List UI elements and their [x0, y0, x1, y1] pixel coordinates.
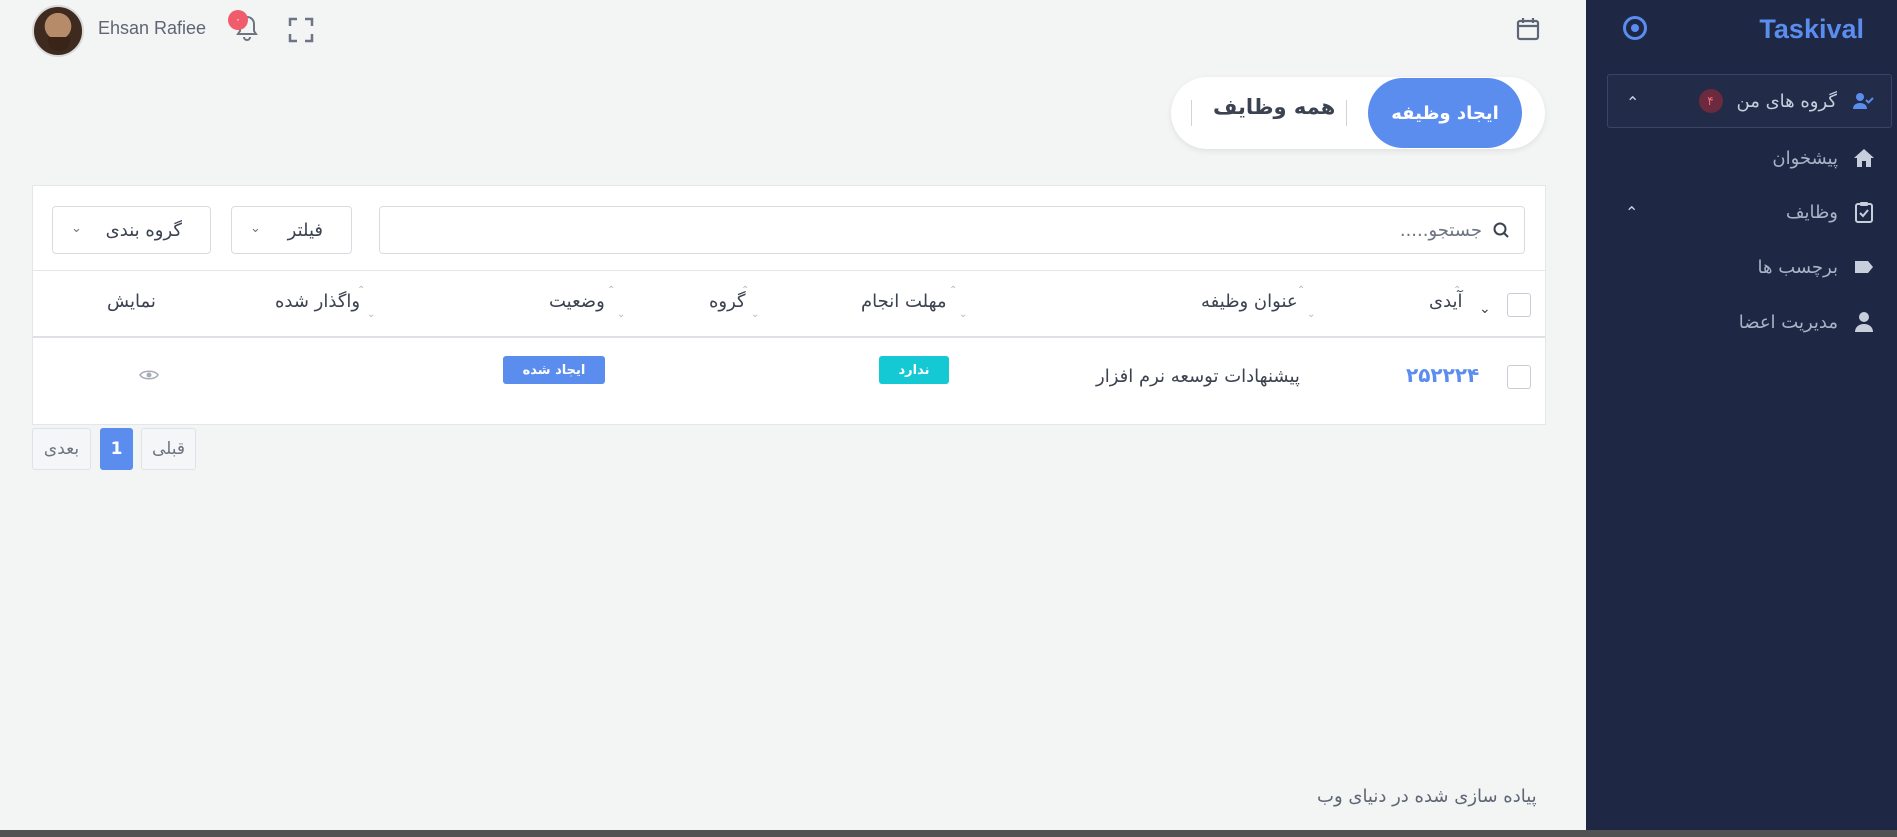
- chevron-down-icon: ⌄: [250, 221, 261, 236]
- pagination-next-button[interactable]: بعدی: [32, 428, 91, 470]
- user-name[interactable]: Ehsan Rafiee: [98, 18, 206, 39]
- sort-desc-icon[interactable]: ⌄: [1479, 301, 1491, 317]
- sort-up-icon[interactable]: ⌃: [357, 285, 365, 296]
- notification-badge: ۰: [228, 10, 248, 30]
- calendar-icon[interactable]: [1515, 16, 1541, 42]
- filter-label: فیلتر: [287, 219, 323, 241]
- search-box: [379, 206, 1525, 254]
- sort-up-icon[interactable]: ⌃: [607, 285, 615, 296]
- deadline-badge: ندارد: [879, 356, 949, 384]
- clipboard-check-icon: [1852, 200, 1876, 224]
- home-icon: [1852, 146, 1876, 170]
- column-header-title[interactable]: عنوان وظیفه: [1201, 291, 1298, 312]
- sort-up-icon[interactable]: ⌃: [1453, 285, 1461, 296]
- pagination-prev-button[interactable]: قبلی: [141, 428, 196, 470]
- filter-dropdown[interactable]: فیلتر ⌄: [231, 206, 352, 254]
- row-checkbox[interactable]: [1507, 365, 1531, 389]
- user-check-icon: [1851, 89, 1875, 113]
- sidebar-item-labels[interactable]: برچسب ها: [1607, 240, 1892, 294]
- sidebar-item-label: برچسب ها: [1757, 256, 1839, 278]
- column-header-status[interactable]: وضعیت: [549, 291, 605, 312]
- sort-down-icon[interactable]: ⌄: [617, 309, 625, 320]
- chevron-up-icon[interactable]: ⌃: [1625, 203, 1638, 222]
- sort-up-icon[interactable]: ⌃: [949, 285, 957, 296]
- groups-count-badge: ۴: [1698, 89, 1723, 113]
- task-title: پیشنهادات توسعه نرم افزار: [1096, 366, 1300, 387]
- column-header-deadline[interactable]: مهلت انجام: [861, 291, 947, 312]
- select-all-checkbox[interactable]: [1507, 293, 1531, 317]
- sidebar-toggle-icon[interactable]: [1623, 16, 1647, 40]
- column-header-assignee[interactable]: واگذار شده: [275, 291, 360, 312]
- sidebar: Taskival گروه های من ۴ ⌃ پیشخوان وظایف ⌃…: [1586, 0, 1897, 830]
- table-row: ۲۵۲۲۲۴ پیشنهادات توسعه نرم افزار ندارد ا…: [33, 340, 1545, 424]
- table-header: ⌄ آیدی ⌃ عنوان وظیفه ⌃ ⌄ مهلت انجام ⌃ ⌄ …: [33, 270, 1545, 338]
- chevron-down-icon: ⌄: [71, 221, 82, 236]
- sidebar-item-tasks[interactable]: وظایف ⌃: [1607, 185, 1892, 239]
- bottom-bar: [0, 830, 1897, 837]
- sort-up-icon[interactable]: ⌃: [1297, 285, 1305, 296]
- pagination-page-1[interactable]: 1: [100, 428, 133, 470]
- column-header-view: نمایش: [107, 291, 156, 312]
- sidebar-item-label: پیشخوان: [1772, 147, 1838, 169]
- avatar[interactable]: [32, 5, 84, 57]
- sidebar-item-label: مدیریت اعضا: [1738, 311, 1838, 333]
- sort-down-icon[interactable]: ⌄: [959, 309, 967, 320]
- search-input[interactable]: [380, 207, 1524, 253]
- sort-down-icon[interactable]: ⌄: [751, 309, 759, 320]
- sidebar-item-members[interactable]: مدیریت اعضا: [1607, 295, 1892, 349]
- brand-logo[interactable]: Taskival: [1759, 14, 1864, 45]
- sidebar-item-label: وظایف: [1785, 201, 1838, 223]
- search-icon: [1493, 222, 1509, 238]
- task-tabs: ایجاد وظیفه همه وظایف: [1171, 77, 1545, 149]
- divider: [1191, 100, 1192, 126]
- sort-down-icon[interactable]: ⌄: [1307, 309, 1315, 320]
- footer-credit: پیاده سازی شده در دنیای وب: [1317, 786, 1537, 807]
- fullscreen-icon[interactable]: [288, 17, 314, 43]
- task-id-link[interactable]: ۲۵۲۲۲۴: [1406, 363, 1479, 387]
- divider: [1346, 100, 1347, 126]
- tag-icon: [1852, 255, 1876, 279]
- chevron-up-icon[interactable]: ⌃: [1626, 93, 1639, 112]
- eye-icon[interactable]: [139, 368, 159, 382]
- sidebar-item-my-groups[interactable]: گروه های من ۴ ⌃: [1607, 74, 1892, 128]
- sidebar-item-label: گروه های من: [1736, 90, 1837, 112]
- sort-up-icon[interactable]: ⌃: [741, 285, 749, 296]
- create-task-button[interactable]: ایجاد وظیفه: [1368, 78, 1522, 148]
- sort-down-icon[interactable]: ⌄: [367, 309, 375, 320]
- status-badge: ایجاد شده: [503, 356, 605, 384]
- tasks-card: فیلتر ⌄ گروه بندی ⌄ ⌄ آیدی ⌃ عنوان وظیفه…: [32, 185, 1546, 425]
- tab-all-tasks[interactable]: همه وظایف: [1213, 95, 1335, 119]
- user-icon: [1852, 310, 1876, 334]
- sidebar-item-dashboard[interactable]: پیشخوان: [1607, 131, 1892, 185]
- group-by-label: گروه بندی: [105, 219, 182, 241]
- group-by-dropdown[interactable]: گروه بندی ⌄: [52, 206, 211, 254]
